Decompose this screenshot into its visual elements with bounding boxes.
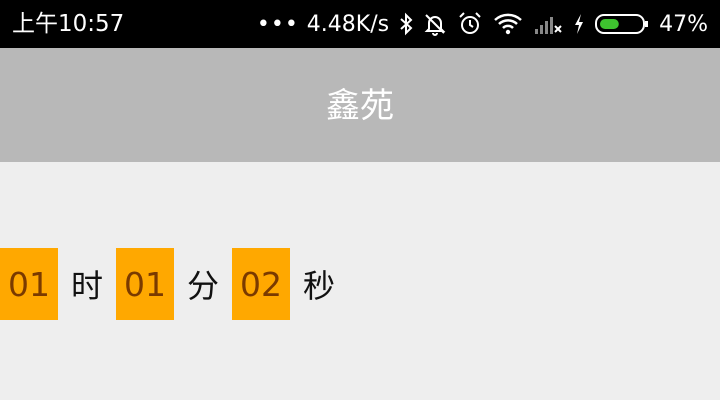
charging-icon [573,12,585,36]
more-notifications-icon: ••• [256,11,299,37]
battery-icon [595,12,649,36]
mute-icon [423,12,447,36]
battery-percent: 47% [659,11,708,37]
countdown-timer: 01 时 01 分 02 秒 [0,248,348,320]
countdown-hours: 01 [0,248,58,320]
countdown-minutes: 01 [116,248,174,320]
status-time: 上午10:57 [12,11,125,37]
alarm-icon [457,11,483,37]
minutes-unit-label: 分 [186,267,219,305]
page-title: 鑫苑 [326,86,394,126]
net-speed: 4.48K/s [306,11,390,37]
status-bar: 上午10:57 ••• 4.48K/s 47% [0,0,720,48]
app-bar: 鑫苑 [0,48,720,162]
status-icons: ••• 4.48K/s 47% [257,0,708,48]
bluetooth-icon [399,12,413,36]
cellular-signal-icon [533,12,563,36]
wifi-icon [493,12,523,36]
countdown-seconds: 02 [232,248,290,320]
main-content: 01 时 01 分 02 秒 [0,162,720,400]
seconds-unit-label: 秒 [302,267,335,305]
hours-unit-label: 时 [70,267,103,305]
